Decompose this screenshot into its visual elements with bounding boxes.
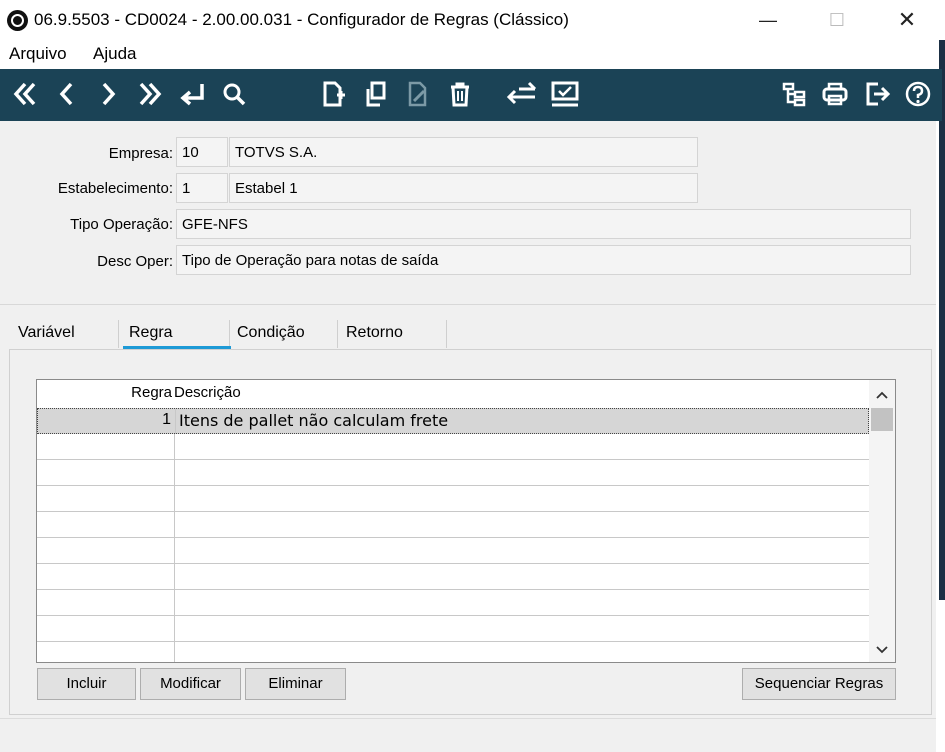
incluir-button[interactable]: Incluir	[37, 668, 136, 700]
next-record-icon[interactable]	[91, 77, 125, 111]
column-header-descricao[interactable]: Descrição	[174, 384, 241, 401]
delete-record-icon[interactable]	[443, 77, 477, 111]
scroll-up-icon[interactable]	[869, 384, 895, 406]
goto-icon[interactable]	[175, 77, 209, 111]
grid-header: Regra Descrição	[37, 380, 869, 408]
confirm-icon[interactable]	[548, 77, 582, 111]
tipo-operacao-field[interactable]: GFE-NFS	[176, 209, 911, 239]
last-record-icon[interactable]	[133, 77, 167, 111]
table-row[interactable]	[37, 434, 869, 460]
sequenciar-regras-button[interactable]: Sequenciar Regras	[742, 668, 896, 700]
table-row[interactable]	[37, 642, 869, 662]
window-title: 06.9.5503 - CD0024 - 2.00.00.031 - Confi…	[34, 10, 569, 29]
estabelecimento-label: Estabelecimento:	[57, 180, 173, 197]
menu-ajuda[interactable]: Ajuda	[93, 44, 136, 64]
help-icon[interactable]	[901, 77, 935, 111]
table-row[interactable]	[37, 512, 869, 538]
minimize-button[interactable]: —	[748, 6, 788, 34]
tab-strip: Variável Regra Condição Retorno	[0, 320, 936, 350]
estabelecimento-name-field[interactable]: Estabel 1	[229, 173, 698, 203]
empresa-code-field[interactable]: 10	[176, 137, 228, 167]
header-form: Empresa: 10 TOTVS S.A. Estabelecimento: …	[0, 121, 936, 305]
scrollbar-thumb[interactable]	[871, 408, 893, 431]
app-window: 06.9.5503 - CD0024 - 2.00.00.031 - Confi…	[0, 0, 945, 752]
app-logo-icon	[7, 10, 28, 31]
rules-grid: Regra Descrição 1 Itens de pallet não ca…	[36, 379, 896, 663]
title-bar: 06.9.5503 - CD0024 - 2.00.00.031 - Confi…	[0, 0, 945, 40]
search-icon[interactable]	[217, 77, 251, 111]
menu-arquivo[interactable]: Arquivo	[9, 44, 67, 64]
table-row[interactable]	[37, 460, 869, 486]
table-row[interactable]	[37, 590, 869, 616]
desc-oper-field[interactable]: Tipo de Operação para notas de saída	[176, 245, 911, 275]
table-row[interactable]	[37, 616, 869, 642]
tab-separator	[446, 320, 447, 348]
previous-record-icon[interactable]	[50, 77, 84, 111]
column-header-regra[interactable]: Regra	[37, 384, 172, 401]
tab-retorno[interactable]: Retorno	[338, 320, 411, 346]
copy-record-icon[interactable]	[359, 77, 393, 111]
desc-oper-label: Desc Oper:	[97, 253, 173, 270]
scroll-down-icon[interactable]	[869, 639, 895, 661]
tab-condicao[interactable]: Condição	[229, 320, 313, 346]
tipo-operacao-label: Tipo Operação:	[70, 216, 173, 233]
cell-descricao: Itens de pallet não calculam frete	[179, 411, 449, 430]
table-row[interactable]: 1 Itens de pallet não calculam frete	[37, 408, 869, 434]
tab-variavel[interactable]: Variável	[10, 320, 83, 346]
close-button[interactable]: ✕	[887, 6, 927, 34]
vertical-scrollbar[interactable]	[869, 380, 895, 662]
menu-bar: Arquivo Ajuda	[0, 40, 936, 69]
exit-icon[interactable]	[860, 77, 894, 111]
tree-icon[interactable]	[777, 77, 811, 111]
first-record-icon[interactable]	[8, 77, 42, 111]
table-row[interactable]	[37, 538, 869, 564]
status-bar	[0, 718, 936, 752]
tab-regra[interactable]: Regra	[121, 320, 181, 346]
estabelecimento-code-field[interactable]: 1	[176, 173, 228, 203]
print-icon[interactable]	[818, 77, 852, 111]
toolbar	[0, 69, 942, 121]
table-row[interactable]	[37, 564, 869, 590]
cell-regra: 1	[38, 409, 176, 434]
modificar-button[interactable]: Modificar	[140, 668, 241, 700]
table-row[interactable]	[37, 486, 869, 512]
eliminar-button[interactable]: Eliminar	[245, 668, 346, 700]
new-record-icon[interactable]	[316, 77, 350, 111]
tab-separator	[118, 320, 119, 348]
edit-record-icon[interactable]	[401, 77, 435, 111]
empresa-name-field[interactable]: TOTVS S.A.	[229, 137, 698, 167]
empresa-label: Empresa:	[108, 145, 173, 162]
switch-icon[interactable]	[505, 77, 539, 111]
maximize-button[interactable]: ☐	[817, 6, 857, 34]
